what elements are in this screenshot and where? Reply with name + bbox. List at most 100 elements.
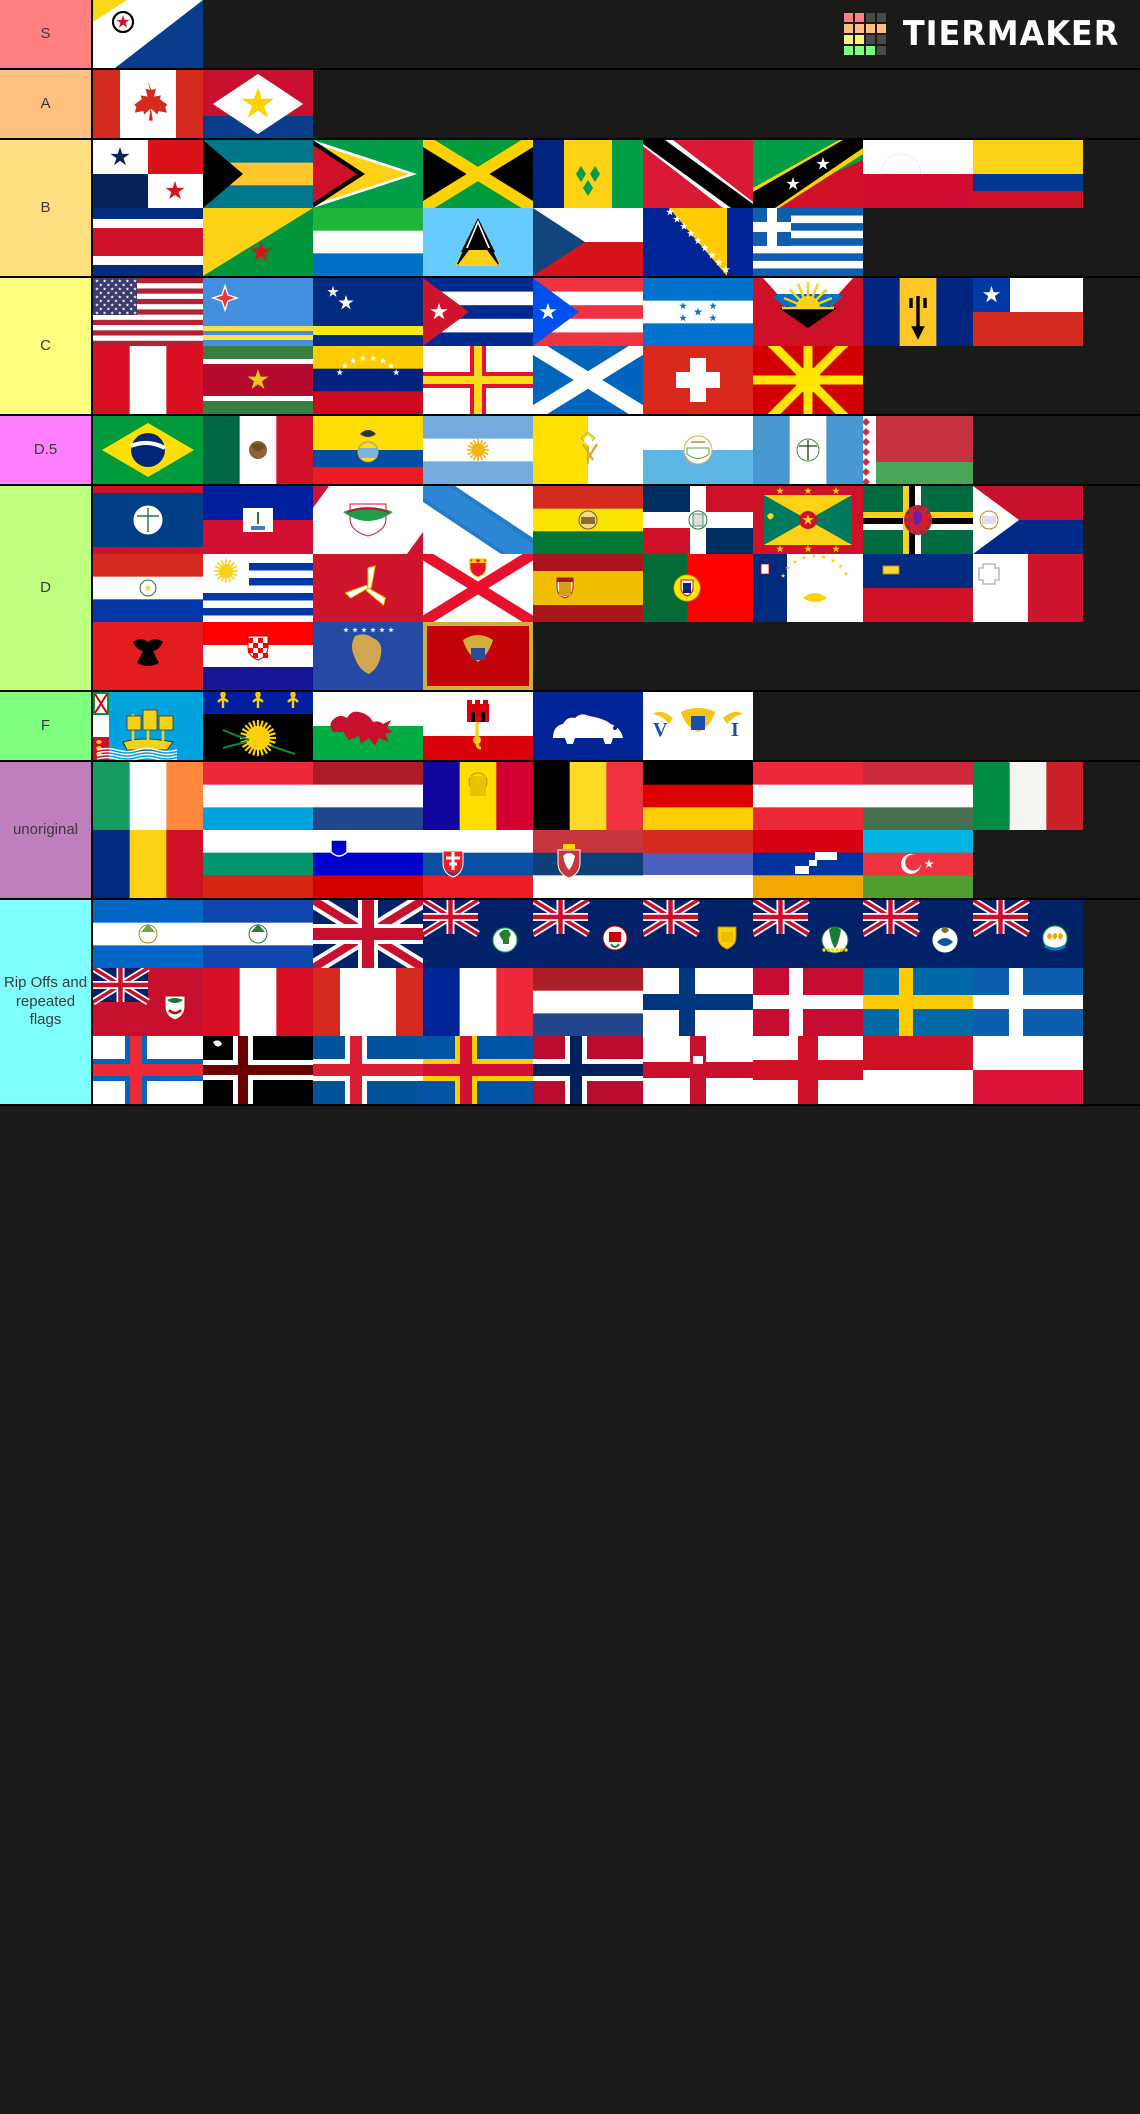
- flag-tile[interactable]: [423, 1036, 533, 1104]
- flag-tile[interactable]: [423, 692, 533, 760]
- flag-tile[interactable]: [643, 762, 753, 830]
- flag-tile[interactable]: [533, 968, 643, 1036]
- flag-tile[interactable]: [203, 692, 313, 760]
- flag-tile[interactable]: [973, 1036, 1083, 1104]
- flag-tile[interactable]: [203, 140, 313, 208]
- flag-tile[interactable]: [423, 486, 533, 554]
- flag-tile[interactable]: [863, 762, 973, 830]
- flag-tile[interactable]: [313, 140, 423, 208]
- flag-tile[interactable]: [533, 416, 643, 484]
- tier-label[interactable]: A: [0, 70, 93, 138]
- flag-tile[interactable]: [93, 70, 203, 138]
- flag-tile[interactable]: [313, 208, 423, 276]
- flag-tile[interactable]: [313, 830, 423, 898]
- flag-tile[interactable]: [313, 346, 423, 414]
- flag-tile[interactable]: [643, 140, 753, 208]
- flag-tile[interactable]: [863, 830, 973, 898]
- flag-tile[interactable]: [423, 900, 533, 968]
- flag-tile[interactable]: [93, 692, 203, 760]
- flag-tile[interactable]: [973, 554, 1083, 622]
- flag-tile[interactable]: [313, 692, 423, 760]
- flag-tile[interactable]: [643, 346, 753, 414]
- flag-tile[interactable]: [203, 830, 313, 898]
- flag-tile[interactable]: [93, 346, 203, 414]
- flag-tile[interactable]: [313, 900, 423, 968]
- flag-tile[interactable]: [973, 278, 1083, 346]
- flag-tile[interactable]: [313, 416, 423, 484]
- flag-tile[interactable]: [533, 830, 643, 898]
- flag-tile[interactable]: [203, 416, 313, 484]
- flag-tile[interactable]: [863, 554, 973, 622]
- flag-tile[interactable]: [203, 762, 313, 830]
- flag-tile[interactable]: [533, 1036, 643, 1104]
- flag-tile[interactable]: [643, 1036, 753, 1104]
- flag-tile[interactable]: [863, 900, 973, 968]
- flag-tile[interactable]: [753, 140, 863, 208]
- flag-tile[interactable]: [203, 1036, 313, 1104]
- flag-tile[interactable]: [423, 416, 533, 484]
- flag-tile[interactable]: [313, 486, 423, 554]
- flag-tile[interactable]: [93, 416, 203, 484]
- flag-tile[interactable]: [533, 140, 643, 208]
- flag-tile[interactable]: [203, 70, 313, 138]
- flag-tile[interactable]: [973, 486, 1083, 554]
- flag-tile[interactable]: [863, 1036, 973, 1104]
- flag-tile[interactable]: [203, 346, 313, 414]
- flag-tile[interactable]: [93, 830, 203, 898]
- flag-tile[interactable]: [643, 416, 753, 484]
- flag-tile[interactable]: [753, 1036, 863, 1104]
- flag-tile[interactable]: [753, 346, 863, 414]
- flag-tile[interactable]: [973, 140, 1083, 208]
- flag-tile[interactable]: [93, 140, 203, 208]
- flag-tile[interactable]: [643, 554, 753, 622]
- flag-tile[interactable]: [643, 900, 753, 968]
- flag-tile[interactable]: [643, 830, 753, 898]
- flag-tile[interactable]: [423, 346, 533, 414]
- flag-tile[interactable]: [753, 900, 863, 968]
- flag-tile[interactable]: [423, 208, 533, 276]
- flag-tile[interactable]: [313, 762, 423, 830]
- flag-tile[interactable]: [973, 968, 1083, 1036]
- tier-label[interactable]: F: [0, 692, 93, 760]
- flag-tile[interactable]: [203, 900, 313, 968]
- flag-tile[interactable]: [313, 278, 423, 346]
- flag-tile[interactable]: [203, 486, 313, 554]
- flag-tile[interactable]: [313, 554, 423, 622]
- flag-tile[interactable]: [203, 622, 313, 690]
- flag-tile[interactable]: [93, 0, 203, 68]
- flag-tile[interactable]: [313, 968, 423, 1036]
- flag-tile[interactable]: [93, 762, 203, 830]
- flag-tile[interactable]: [423, 762, 533, 830]
- tier-label[interactable]: unoriginal: [0, 762, 93, 898]
- flag-tile[interactable]: [93, 486, 203, 554]
- flag-tile[interactable]: [753, 968, 863, 1036]
- tier-label[interactable]: C: [0, 278, 93, 414]
- flag-tile[interactable]: [643, 968, 753, 1036]
- tier-label[interactable]: Rip Offs and repeated flags: [0, 900, 93, 1104]
- flag-tile[interactable]: [973, 762, 1083, 830]
- flag-tile[interactable]: [93, 622, 203, 690]
- flag-tile[interactable]: [203, 554, 313, 622]
- flag-tile[interactable]: [423, 278, 533, 346]
- flag-tile[interactable]: [423, 968, 533, 1036]
- flag-tile[interactable]: [203, 968, 313, 1036]
- tier-label[interactable]: B: [0, 140, 93, 276]
- flag-tile[interactable]: [93, 208, 203, 276]
- flag-tile[interactable]: [93, 278, 203, 346]
- tier-label[interactable]: D: [0, 486, 93, 690]
- flag-tile[interactable]: [753, 208, 863, 276]
- flag-tile[interactable]: [203, 208, 313, 276]
- flag-tile[interactable]: [533, 692, 643, 760]
- flag-tile[interactable]: [863, 278, 973, 346]
- tier-label[interactable]: D.5: [0, 416, 93, 484]
- flag-tile[interactable]: VI: [643, 692, 753, 760]
- tier-label[interactable]: S: [0, 0, 93, 68]
- flag-tile[interactable]: [533, 346, 643, 414]
- flag-tile[interactable]: [643, 208, 753, 276]
- flag-tile[interactable]: [313, 622, 423, 690]
- flag-tile[interactable]: [93, 968, 203, 1036]
- flag-tile[interactable]: [93, 554, 203, 622]
- flag-tile[interactable]: [753, 762, 863, 830]
- flag-tile[interactable]: [643, 486, 753, 554]
- flag-tile[interactable]: [533, 554, 643, 622]
